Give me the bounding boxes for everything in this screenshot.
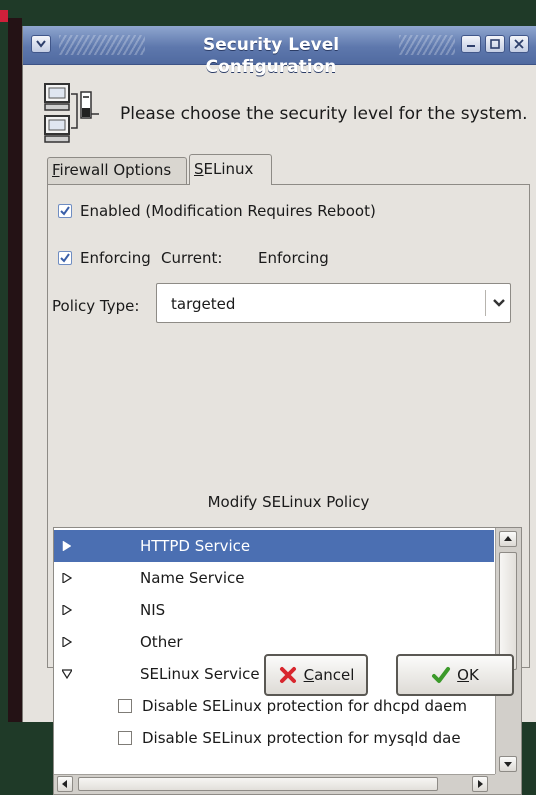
arrow-up-icon	[504, 536, 512, 541]
ok-button[interactable]: OK	[396, 654, 514, 696]
current-mode-label: Current:	[161, 249, 223, 267]
vertical-scrollbar[interactable]	[495, 528, 521, 774]
tree-item-label: Disable SELinux protection for dhcpd dae…	[142, 697, 468, 715]
horizontal-scroll-thumb[interactable]	[78, 777, 438, 791]
checkmark-icon	[432, 667, 451, 683]
horizontal-scrollbar[interactable]	[54, 774, 495, 794]
scroll-right-button[interactable]	[472, 776, 488, 792]
tab-label: irewall Options	[59, 161, 172, 179]
tree-item-label: HTTPD Service	[140, 537, 251, 555]
tree-item-label: Disable SELinux protection for mysqld da…	[142, 729, 461, 747]
expander-right-icon[interactable]	[62, 573, 72, 583]
tree-item-label: Other	[140, 633, 183, 651]
cancel-mnemonic: C	[303, 666, 315, 684]
checkmark-icon	[60, 253, 70, 263]
tree-row-nis[interactable]: NIS	[54, 594, 494, 626]
chevron-down-icon	[36, 40, 46, 48]
arrow-right-icon	[478, 780, 483, 788]
x-icon	[279, 667, 296, 683]
tab-firewall-options[interactable]: Firewall Options	[47, 157, 187, 184]
arrow-down-icon	[504, 762, 512, 767]
policy-type-value: targeted	[171, 295, 236, 313]
combo-separator	[485, 290, 486, 316]
tab-selinux[interactable]: SELinux	[189, 154, 272, 185]
vertical-scroll-thumb[interactable]	[499, 552, 517, 670]
network-computers-icon	[44, 83, 99, 143]
tab-mnemonic: S	[194, 160, 204, 178]
window-title: Security Level Configuration	[202, 35, 340, 77]
close-icon	[514, 39, 524, 49]
minimize-icon	[467, 45, 475, 47]
titlebar[interactable]: Security Level Configuration	[23, 26, 536, 77]
maximize-button[interactable]	[485, 35, 505, 53]
current-mode-value: Enforcing	[258, 249, 329, 267]
ok-label: OK	[457, 666, 479, 684]
minimize-button[interactable]	[461, 35, 481, 53]
scroll-up-button[interactable]	[499, 531, 517, 547]
chevron-down-icon[interactable]	[491, 295, 507, 311]
dhcpd-protection-checkbox[interactable]	[118, 699, 132, 713]
desktop-accent	[0, 10, 8, 22]
scroll-down-button[interactable]	[499, 756, 517, 772]
policy-type-select[interactable]: targeted	[156, 283, 511, 323]
policy-type-label: Policy Type:	[52, 297, 140, 315]
maximize-icon	[490, 39, 500, 49]
tree-item-label: Name Service	[140, 569, 245, 587]
titlebar-decoration	[59, 35, 145, 55]
window-menu-button[interactable]	[31, 35, 51, 53]
cancel-button[interactable]: Cancel	[264, 654, 368, 696]
expander-right-icon[interactable]	[62, 605, 72, 615]
tree-item-label: NIS	[140, 601, 166, 619]
ok-label-rest: K	[468, 666, 479, 684]
titlebar-decoration	[399, 35, 455, 55]
expander-down-icon[interactable]	[62, 669, 72, 679]
checkmark-icon	[60, 206, 70, 216]
enabled-label[interactable]: Enabled (Modification Requires Reboot)	[80, 201, 376, 221]
enabled-checkbox[interactable]	[58, 204, 72, 218]
security-prompt: Please choose the security level for the…	[120, 104, 528, 124]
scrollbar-corner	[495, 774, 521, 794]
tree-row-httpd-service[interactable]: HTTPD Service	[54, 530, 494, 562]
arrow-left-icon	[62, 780, 67, 788]
enforcing-checkbox[interactable]	[58, 251, 72, 265]
tab-label: ELinux	[203, 160, 254, 178]
expander-right-icon[interactable]	[62, 541, 72, 551]
ok-mnemonic: O	[457, 666, 469, 684]
cancel-label: Cancel	[304, 666, 355, 684]
tree-row-mysqld-protection[interactable]: Disable SELinux protection for mysqld da…	[54, 722, 494, 754]
mysqld-protection-checkbox[interactable]	[118, 731, 132, 745]
tab-mnemonic: F	[52, 161, 60, 179]
expander-right-icon[interactable]	[62, 637, 72, 647]
scroll-left-button[interactable]	[57, 776, 73, 792]
close-button[interactable]	[509, 35, 529, 53]
desktop-background	[8, 18, 22, 722]
cancel-label-rest: ancel	[314, 666, 355, 684]
tree-row-name-service[interactable]: Name Service	[54, 562, 494, 594]
enforcing-label[interactable]: Enforcing	[80, 248, 151, 268]
security-level-dialog: Security Level Configuration Please choo…	[22, 26, 536, 795]
